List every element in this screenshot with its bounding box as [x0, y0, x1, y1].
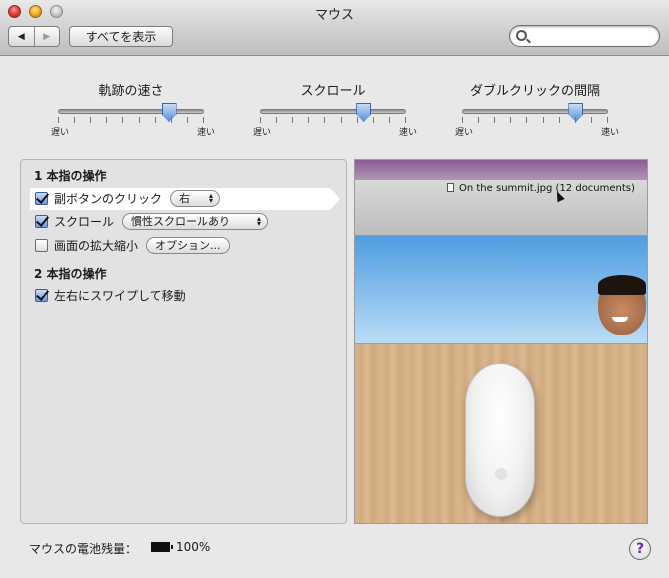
- double-click-min-label: 遅い: [455, 128, 474, 138]
- scroll-speed-max-label: 速い: [398, 128, 417, 138]
- show-all-button[interactable]: すべてを表示: [69, 26, 173, 47]
- preview-document-caption: On the summit.jpg (12 documents): [447, 183, 647, 194]
- search-icon: [516, 30, 527, 41]
- scroll-row: スクロール 慣性スクロールあり ▴ ▾: [35, 211, 269, 231]
- slider-tick: [607, 117, 608, 123]
- slider-tick: [324, 117, 325, 123]
- slider-tick: [494, 117, 495, 123]
- scroll-popup[interactable]: 慣性スクロールあり ▴ ▾: [122, 212, 269, 230]
- slider-tick: [591, 117, 592, 123]
- chevron-updown-icon: ▴ ▾: [209, 191, 214, 205]
- scroll-speed-track[interactable]: [260, 103, 406, 122]
- secondary-click-row: 副ボタンのクリック 右 ▴ ▾: [35, 188, 221, 208]
- slider-tick: [74, 117, 75, 123]
- two-finger-section-title: 2 本指の操作: [34, 267, 107, 281]
- scroll-checkbox[interactable]: [35, 214, 48, 228]
- one-finger-section-title: 1 本指の操作: [34, 169, 107, 183]
- double-click-title: ダブルクリックの間隔: [469, 84, 600, 99]
- slider-tick: [478, 117, 479, 123]
- search-input[interactable]: [532, 28, 652, 44]
- slider-tick: [462, 117, 463, 123]
- double-click-ticks: [462, 117, 608, 124]
- chevron-updown-icon: ▴ ▾: [257, 214, 262, 228]
- slider-tick: [187, 117, 188, 123]
- slider-tick: [203, 117, 204, 123]
- battery-level-label: マウスの電池残量：: [29, 542, 138, 556]
- secondary-click-popup[interactable]: 右 ▴ ▾: [170, 189, 221, 207]
- zoom-options-button[interactable]: オプション...: [146, 236, 230, 254]
- slider-tick: [373, 117, 374, 123]
- scroll-label: スクロール: [54, 214, 115, 229]
- slider-tick: [90, 117, 91, 123]
- scroll-speed-min-label: 遅い: [253, 128, 272, 138]
- slider-tick: [308, 117, 309, 123]
- slider-tick: [139, 117, 140, 123]
- slider-tick: [405, 117, 406, 123]
- tracking-speed-min-label: 遅い: [51, 128, 70, 138]
- swipe-checkbox[interactable]: [35, 288, 48, 302]
- window-titlebar: マウス ◀ ▶ すべてを表示: [0, 0, 669, 56]
- preview-photo-person: [595, 275, 647, 343]
- help-button[interactable]: ?: [629, 538, 651, 560]
- slider-tick: [58, 117, 59, 123]
- slider-tick: [155, 117, 156, 123]
- swipe-label: 左右にスワイプして移動: [54, 288, 186, 303]
- tracking-speed-ticks: [58, 117, 204, 124]
- apple-logo-icon: [495, 468, 507, 480]
- tracking-speed-slider-group: 軌跡の速さ 遅い 速い: [51, 80, 215, 138]
- slider-tick: [341, 117, 342, 123]
- slider-tick: [276, 117, 277, 123]
- scroll-speed-title: スクロール: [300, 84, 366, 99]
- window-title: マウス: [314, 8, 354, 23]
- secondary-click-popup-value: 右: [179, 192, 191, 205]
- double-click-slider-group: ダブルクリックの間隔 遅い 速い: [455, 80, 619, 138]
- slider-tick: [575, 117, 576, 123]
- preview-document-text: On the summit.jpg (12 documents): [459, 183, 635, 194]
- back-button[interactable]: ◀: [9, 27, 35, 46]
- double-click-max-label: 速い: [600, 128, 619, 138]
- slider-tick: [543, 117, 544, 123]
- battery-icon: [151, 542, 173, 552]
- gesture-preview: On the summit.jpg (12 documents): [354, 159, 648, 524]
- slider-tick: [122, 117, 123, 123]
- zoom-label: 画面の拡大縮小: [54, 238, 139, 253]
- scroll-speed-ticks: [260, 117, 406, 124]
- zoom-checkbox[interactable]: [35, 238, 48, 252]
- slider-tick: [106, 117, 107, 123]
- search-field[interactable]: [509, 25, 660, 47]
- battery-level-value: 100%: [176, 540, 211, 554]
- slider-tick: [260, 117, 261, 123]
- slider-tick: [510, 117, 511, 123]
- slider-tick: [559, 117, 560, 123]
- swipe-row: 左右にスワイプして移動: [35, 285, 186, 305]
- magic-mouse-image: [465, 363, 535, 517]
- slider-tick: [171, 117, 172, 123]
- document-icon: [447, 183, 454, 192]
- secondary-click-label: 副ボタンのクリック: [54, 191, 163, 206]
- slider-tick: [292, 117, 293, 123]
- slider-tick: [526, 117, 527, 123]
- tracking-speed-title: 軌跡の速さ: [98, 84, 164, 99]
- double-click-track[interactable]: [462, 103, 608, 122]
- tracking-speed-max-label: 速い: [196, 128, 215, 138]
- slider-tick: [389, 117, 390, 123]
- slider-tick: [357, 117, 358, 123]
- secondary-click-checkbox[interactable]: [35, 191, 48, 205]
- tracking-speed-track[interactable]: [58, 103, 204, 122]
- preview-desktop-strip: [355, 160, 647, 180]
- nav-segmented-control: ◀ ▶: [8, 26, 60, 47]
- scroll-popup-value: 慣性スクロールあり: [131, 215, 231, 228]
- zoom-row: 画面の拡大縮小 オプション...: [35, 235, 230, 255]
- scroll-speed-slider-group: スクロール 遅い 速い: [253, 80, 417, 138]
- forward-button[interactable]: ▶: [35, 27, 60, 46]
